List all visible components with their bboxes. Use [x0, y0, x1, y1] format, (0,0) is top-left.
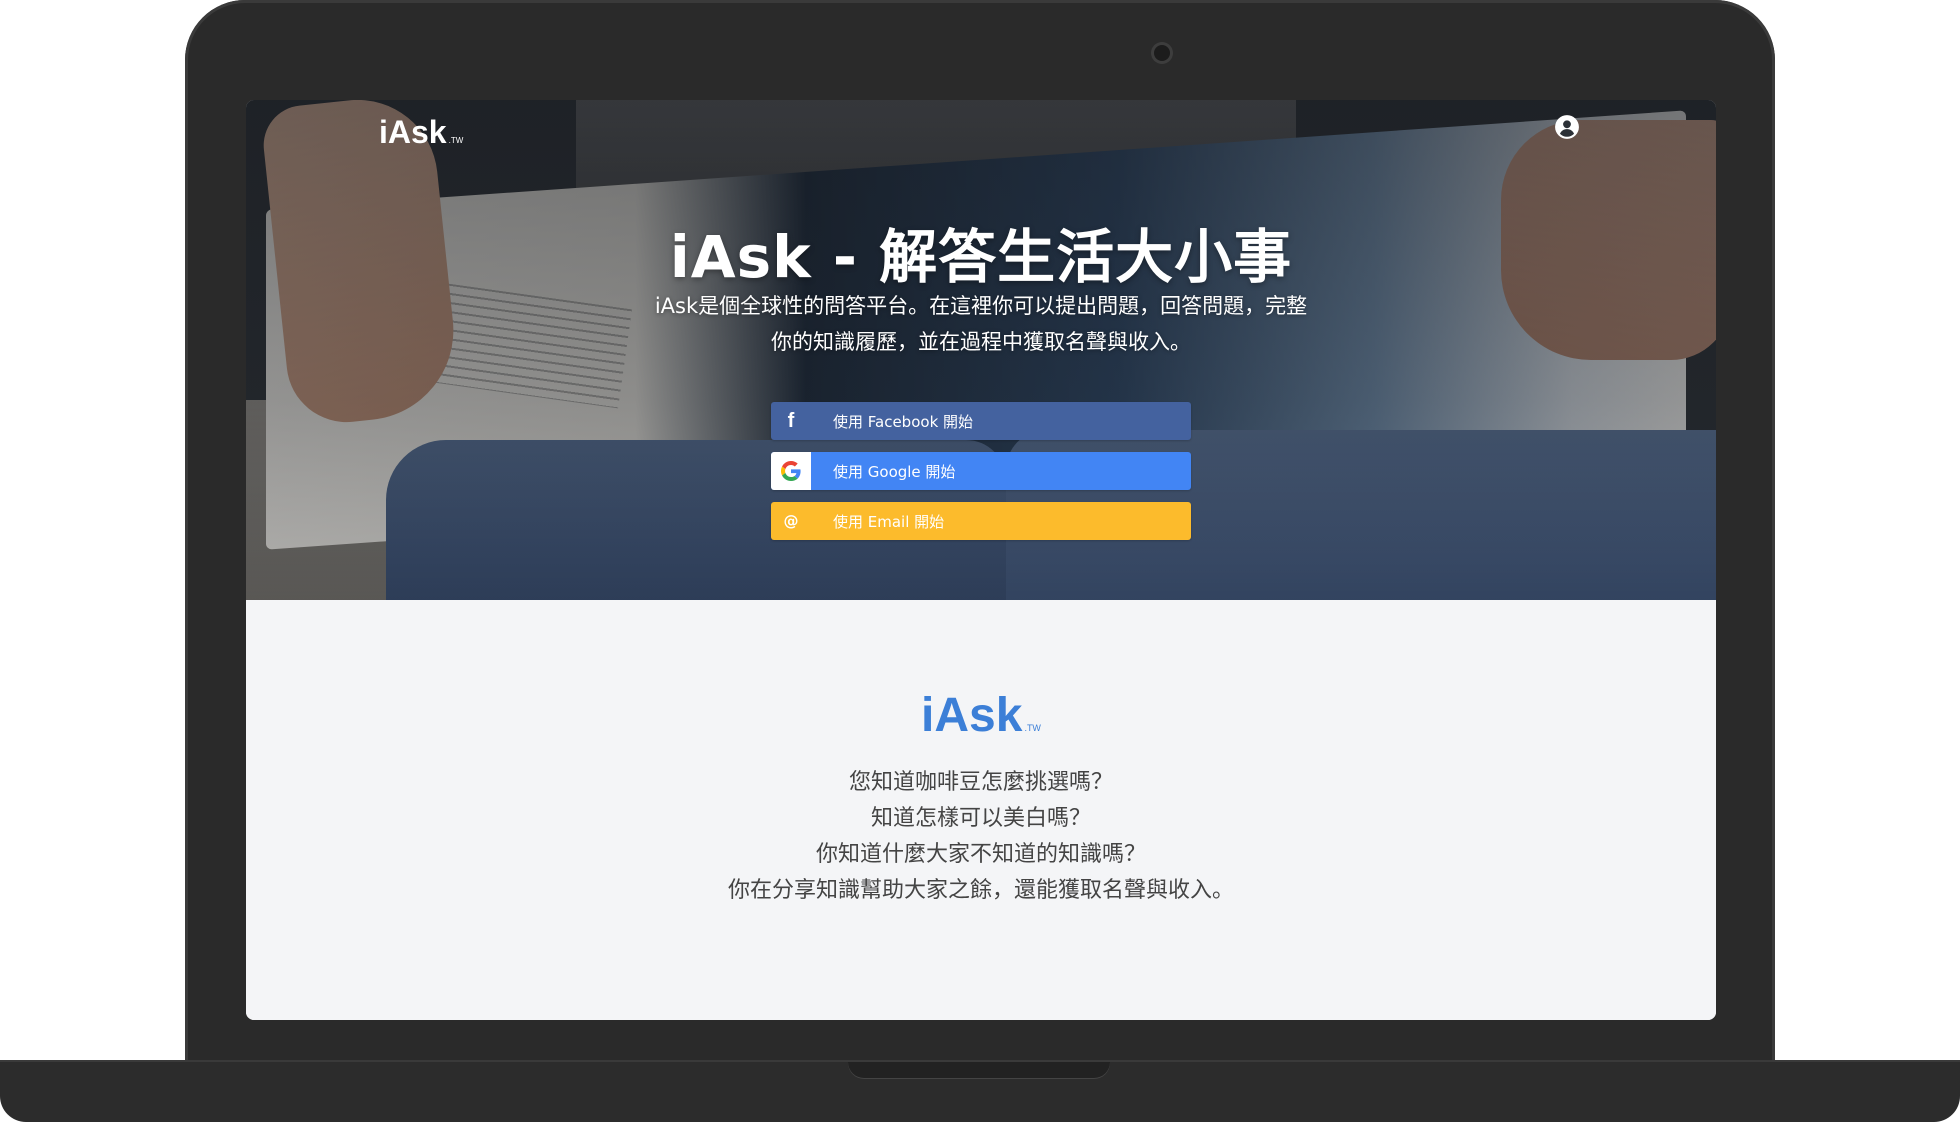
facebook-login-label: 使用 Facebook 開始 [833, 412, 974, 431]
site-logo[interactable]: iAsk .TW [379, 114, 463, 151]
google-icon [771, 452, 811, 490]
intro-logo-text: iAsk [921, 689, 1023, 742]
hero-title: iAsk - 解答生活大小事 [669, 223, 1293, 291]
site-logo-suffix: .TW [448, 136, 464, 145]
hero-subtitle: iAsk是個全球性的問答平台。在這裡你可以提出問題，回答問題，完整你的知識履歷，… [654, 294, 1308, 354]
intro-text: 您知道咖啡豆怎麼挑選嗎？ 知道怎樣可以美白嗎？ 你知道什麼大家不知道的知識嗎？ … [246, 765, 1716, 909]
site-logo-text: iAsk [379, 114, 447, 150]
intro-logo-suffix: .TW [1024, 723, 1041, 733]
intro-logo: iAsk .TW [246, 688, 1716, 743]
laptop-notch [848, 1062, 1110, 1078]
intro-line: 你在分享知識幫助大家之餘，還能獲取名聲與收入。 [727, 878, 1234, 903]
google-login-button[interactable]: 使用 Google 開始 [771, 452, 1191, 490]
google-login-label: 使用 Google 開始 [833, 462, 956, 481]
camera-icon [1154, 45, 1170, 61]
intro-section: iAsk .TW 您知道咖啡豆怎麼挑選嗎？ 知道怎樣可以美白嗎？ 你知道什麼大家不… [246, 600, 1716, 1020]
facebook-login-button[interactable]: f 使用 Facebook 開始 [771, 402, 1191, 440]
facebook-icon: f [771, 402, 811, 440]
user-circle-icon[interactable] [1554, 114, 1580, 140]
email-login-label: 使用 Email 開始 [833, 512, 945, 531]
screen: iAsk .TW iAsk - 解答生活大小事 iAsk是個全球性的問答平台。在這… [246, 100, 1716, 1020]
email-login-button[interactable]: @ 使用 Email 開始 [771, 502, 1191, 540]
at-sign-icon: @ [771, 502, 811, 540]
hero-section: iAsk .TW iAsk - 解答生活大小事 iAsk是個全球性的問答平台。在這… [246, 100, 1716, 600]
facebook-icon-glyph: f [787, 409, 795, 432]
intro-line: 您知道咖啡豆怎麼挑選嗎？ [848, 770, 1113, 795]
intro-line: 知道怎樣可以美白嗎？ [870, 806, 1091, 831]
intro-line: 你知道什麼大家不知道的知識嗎？ [815, 842, 1146, 867]
at-sign-glyph: @ [783, 512, 799, 530]
